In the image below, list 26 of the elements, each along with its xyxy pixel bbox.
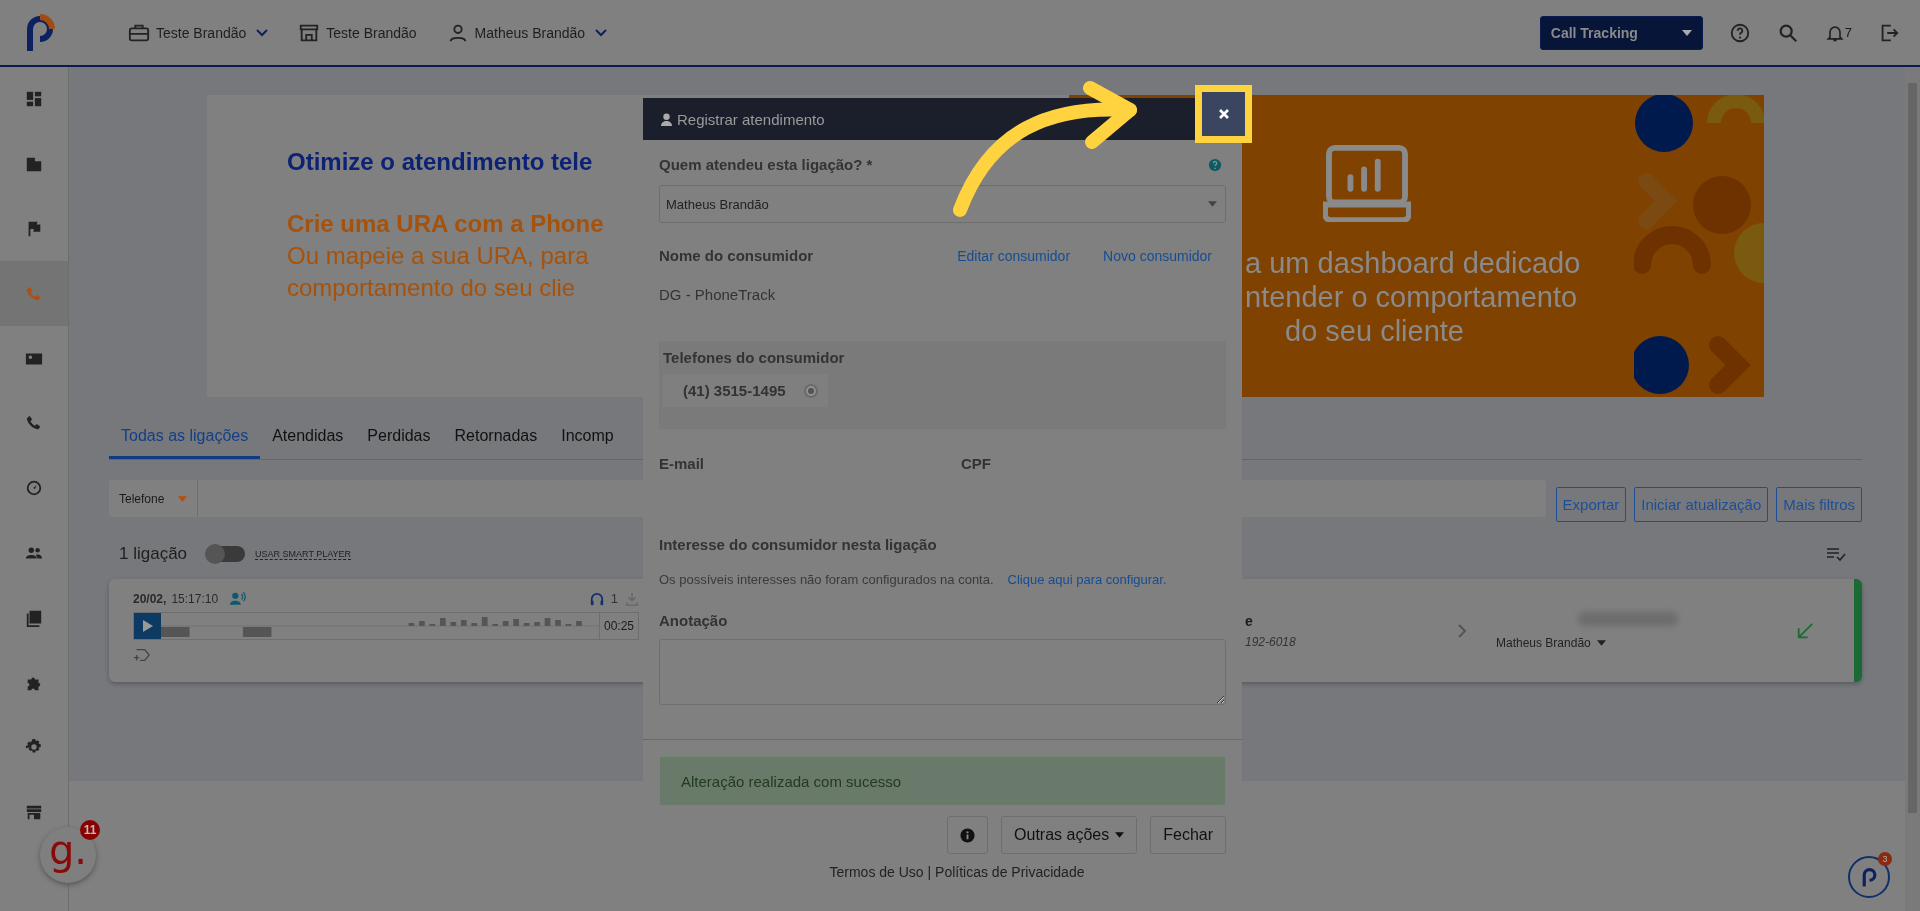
call-count: 1 ligação (119, 544, 188, 564)
interest-note: Os possíveis interesses não foram configurados na conta. (659, 571, 994, 589)
field-label: Telefones do consumidor (663, 349, 846, 366)
notification-badge: 3 (1878, 852, 1892, 866)
banner-subheadline: Crie uma URA com a Phone (287, 210, 604, 238)
banner-text: a um dashboard dedicado (1245, 246, 1581, 280)
call-date: 20/02, (133, 591, 167, 606)
success-alert: Alteração realizada com sucesso (659, 756, 1226, 806)
modal-title: Registrar atendimento (677, 110, 825, 128)
listen-count: 1 (609, 591, 619, 606)
field-label: Quem atendeu esta ligação? * (659, 156, 873, 173)
call-time: 15:17:10 (171, 591, 219, 606)
field-label: Anotação (659, 612, 729, 629)
banner-text: ntender o comportamento (1245, 280, 1578, 314)
field-label: Nome do consumidor (659, 247, 814, 264)
banner-text: comportamento do seu clie (287, 273, 576, 303)
field-label: E-mail (659, 455, 705, 472)
consumer-name: DG - PhoneTrack (659, 286, 777, 303)
caller-name: e (1245, 612, 1254, 629)
banner-text: do seu cliente (1285, 314, 1464, 348)
field-label: CPF (961, 455, 991, 472)
banner-headline: Otimize o atendimento tele (287, 148, 593, 176)
caller-phone: 192-6018 (1245, 634, 1297, 649)
call-duration: 00:25 (598, 613, 638, 639)
field-label: Interesse do consumidor nesta ligação (659, 536, 938, 553)
banner-text: Ou mapeie a sua URA, para (287, 241, 589, 271)
